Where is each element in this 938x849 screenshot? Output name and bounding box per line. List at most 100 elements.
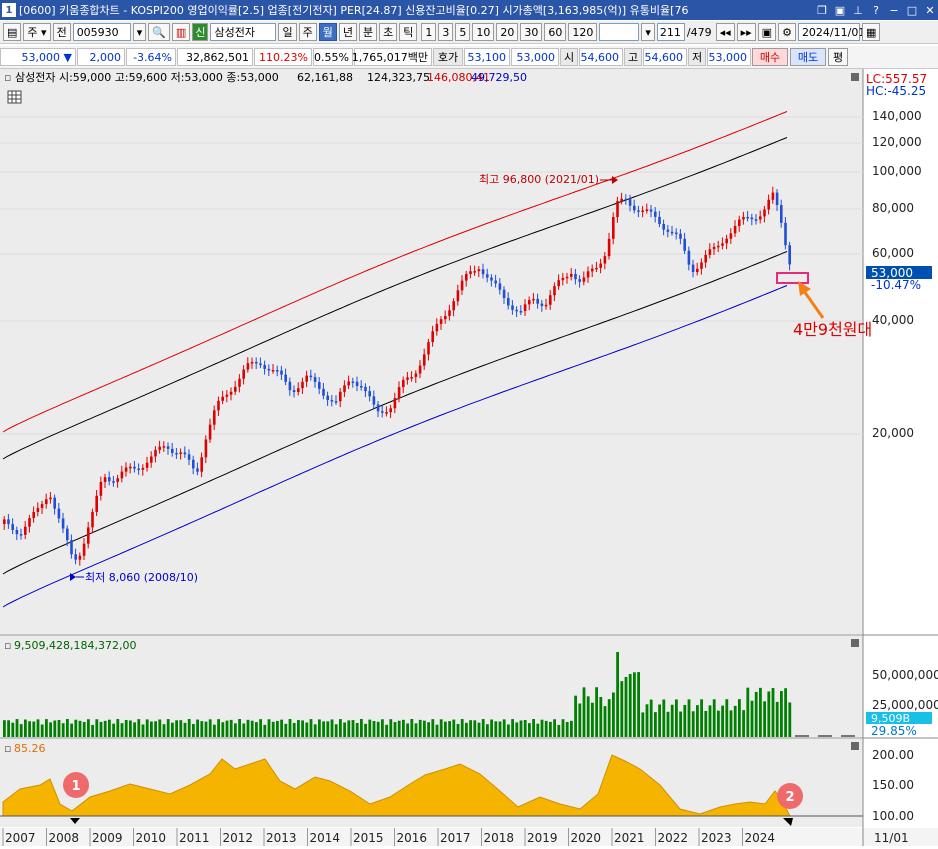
chart-mode-select[interactable]: 주 ▾ (23, 23, 51, 41)
volume-bar (7, 720, 10, 737)
custom-interval-input[interactable] (599, 23, 640, 41)
candle-body (78, 555, 82, 560)
volume-bar (364, 723, 367, 737)
candle-body (607, 238, 611, 257)
volume-bar (225, 720, 229, 737)
settings-icon[interactable]: ▫ (4, 639, 11, 652)
period-tick[interactable]: 틱 (399, 23, 418, 41)
period-year[interactable]: 년 (338, 23, 357, 41)
volume-bar (448, 721, 451, 737)
restore-icon[interactable]: ❐ (814, 2, 830, 18)
volume-bar (725, 699, 729, 737)
search-icon[interactable]: 🔍 (148, 23, 170, 41)
volume-bar (570, 720, 573, 737)
volume-bar (418, 719, 422, 737)
period-week[interactable]: 주 (298, 23, 317, 41)
candle-body (213, 410, 216, 425)
chart-svg[interactable]: LC:557.57 HC:-45.25 140,000 120,000 100,… (0, 69, 938, 846)
panel-close-icon[interactable] (851, 73, 859, 81)
volume-bar (78, 720, 82, 737)
save-disk-icon[interactable]: ▣ (757, 23, 777, 41)
count-input[interactable]: 211 (656, 23, 685, 41)
interval-3[interactable]: 3 (438, 23, 454, 41)
interval-1[interactable]: 1 (421, 23, 437, 41)
volume-bar (675, 699, 678, 737)
calendar-icon[interactable]: ▦ (861, 23, 881, 41)
volume-bar (208, 719, 212, 737)
volume-bar (301, 720, 304, 737)
candle-body (192, 459, 195, 469)
gear-icon[interactable]: ⚙ (778, 23, 796, 41)
badge-2-label: 2 (785, 790, 794, 805)
year-label: 2012 (223, 831, 254, 845)
eval-button[interactable]: 평 (828, 48, 848, 66)
price-axis-label: 100,000 (872, 164, 922, 178)
save-icon[interactable]: ▣ (832, 2, 848, 18)
chevron-down-icon[interactable]: ▾ (132, 23, 147, 41)
candle-body (683, 238, 686, 251)
volume-bar (103, 720, 107, 737)
interval-60[interactable]: 60 (544, 23, 567, 41)
interval-5[interactable]: 5 (455, 23, 471, 41)
candle-body (15, 529, 19, 535)
scroll-right-icon[interactable]: ▸▸ (736, 23, 756, 41)
low-annotation: 최저 8,060 (2008/10) (85, 571, 198, 584)
settings-icon[interactable]: ▫ (4, 71, 11, 84)
volume-bar (280, 719, 283, 737)
candle-body (145, 462, 149, 468)
interval-10[interactable]: 10 (472, 23, 495, 41)
candle-body (208, 424, 212, 440)
sell-button[interactable]: 매도 (790, 48, 826, 66)
help-icon[interactable]: ? (868, 2, 884, 18)
open-value: 54,600 (579, 48, 623, 66)
volume-bar (360, 719, 363, 737)
prev-button[interactable]: 전 (52, 23, 71, 41)
minimize-icon[interactable]: − (886, 2, 902, 18)
volume-bar (87, 719, 90, 737)
period-day[interactable]: 일 (278, 23, 297, 41)
chart-area[interactable]: LC:557.57 HC:-45.25 140,000 120,000 100,… (0, 69, 938, 846)
stock-code-input[interactable]: 005930 (72, 23, 131, 41)
interval-30[interactable]: 30 (520, 23, 543, 41)
volume-bar (620, 681, 624, 737)
candle-body (103, 477, 107, 482)
panel-close-icon[interactable] (851, 639, 859, 647)
high-label: 고 (624, 48, 642, 66)
period-second[interactable]: 초 (379, 23, 398, 41)
candle-body (360, 386, 363, 388)
candle-body (448, 310, 451, 316)
scroll-left-icon[interactable]: ◂◂ (715, 23, 735, 41)
candle-body (691, 264, 695, 273)
buy-button[interactable]: 매수 (752, 48, 788, 66)
chevron-down-icon[interactable]: ▾ (641, 23, 655, 41)
chart-toolbar: ▤ 주 ▾ 전 005930 ▾ 🔍 ▥ 신 삼성전자 일 주 월 년 분 초 … (0, 21, 938, 44)
interval-20[interactable]: 20 (496, 23, 519, 41)
panel-close-icon[interactable] (851, 742, 859, 750)
candle-body (557, 280, 560, 287)
volume-bar (124, 719, 128, 737)
candle-body (32, 511, 35, 519)
credit-badge[interactable]: 신 (192, 23, 209, 41)
pin-icon[interactable]: ⊥ (850, 2, 866, 18)
candle-body (675, 232, 678, 235)
close-icon[interactable]: ✕ (922, 2, 938, 18)
table-icon[interactable] (7, 90, 22, 104)
candle-body (738, 219, 741, 227)
period-minute[interactable]: 분 (358, 23, 378, 41)
stock-list-icon[interactable]: ▥ (171, 23, 191, 41)
candle-body (301, 381, 304, 389)
period-month[interactable]: 월 (318, 23, 337, 41)
interval-120[interactable]: 120 (568, 23, 598, 41)
volume-bar (750, 700, 754, 737)
volume-pct-label: 29.85% (871, 724, 917, 738)
maximize-icon[interactable]: □ (904, 2, 920, 18)
volume-bar (372, 720, 376, 737)
menu-icon[interactable]: ▤ (3, 23, 22, 41)
volume-bar (343, 722, 346, 737)
volume-bar (687, 699, 691, 737)
volume-bar (423, 720, 426, 737)
settings-icon[interactable]: ▫ (4, 742, 11, 755)
candle-body (158, 446, 161, 450)
interval-buttons: 1 3 5 10 20 30 60 120 (421, 23, 599, 41)
date-input[interactable]: 2024/11/01 (797, 23, 865, 41)
